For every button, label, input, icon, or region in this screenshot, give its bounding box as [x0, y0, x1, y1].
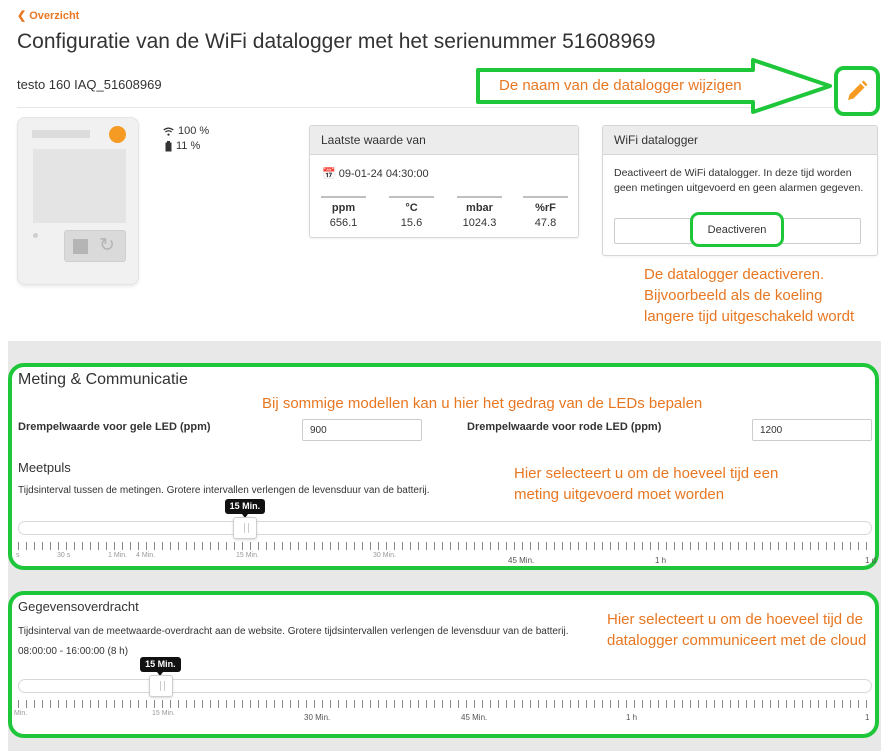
device-dot	[33, 233, 38, 238]
tick-label: 30 Min.	[373, 552, 396, 559]
wifi-strength: 100 %	[178, 125, 210, 137]
meetpuls-tooltip: 15 Min.	[224, 499, 266, 518]
tick-label: 45 Min.	[508, 556, 535, 565]
calendar-icon: 📅	[322, 168, 336, 180]
wifi-icon	[163, 127, 174, 136]
tick-label: 1	[865, 713, 870, 722]
device-illustration: ↻	[17, 117, 139, 285]
reading-value: 1024.3	[462, 217, 497, 229]
annotation-meetpuls: Hier selecteert u om de hoeveel tijd een…	[514, 465, 779, 503]
reading-celsius: °C 15.6	[389, 196, 434, 229]
device-button: ↻	[64, 230, 126, 262]
transfer-title: Gegevensoverdracht	[18, 599, 139, 614]
tick-label: s	[16, 552, 20, 559]
wifi-status: 100 %	[163, 125, 209, 137]
transfer-slider[interactable]	[18, 679, 872, 693]
battery-icon	[165, 140, 172, 151]
transfer-tooltip: 15 Min.	[140, 657, 181, 676]
tick-label: Min.	[14, 710, 28, 717]
annotation-deactivate: De datalogger deactiveren. Bijvoorbeeld …	[644, 266, 855, 325]
annotation-transfer: Hier selecteert u om de hoeveel tijd de …	[607, 611, 867, 649]
tick-label: 1 d	[865, 556, 877, 565]
device-display	[33, 149, 126, 223]
transfer-window: 08:00:00 - 16:00:00 (8 h)	[18, 646, 129, 657]
last-value-header: Laatste waarde van	[310, 126, 578, 155]
yellow-led-label: Drempelwaarde voor gele LED (ppm)	[18, 421, 211, 433]
stop-icon	[73, 239, 88, 254]
reading-value: 47.8	[534, 217, 557, 229]
reading-unit: mbar	[466, 202, 493, 214]
wifi-panel-header: WiFi datalogger	[603, 126, 877, 155]
edit-name-button[interactable]	[834, 66, 880, 116]
meetpuls-title: Meetpuls	[18, 460, 71, 475]
annotation-leds: Bij sommige modellen kan u hier het gedr…	[262, 395, 703, 412]
meetpuls-slider[interactable]	[18, 521, 872, 535]
pencil-icon	[848, 80, 868, 100]
tick-label: 30 s	[57, 552, 71, 559]
page-title: Configuratie van de WiFi datalogger met …	[17, 30, 656, 53]
device-slot	[32, 130, 90, 138]
reading-value: 15.6	[400, 217, 423, 229]
refresh-icon: ↻	[99, 235, 115, 256]
annotation-rename: De naam van de datalogger wijzigen	[499, 77, 742, 94]
back-link[interactable]: ❮ Overzicht	[17, 9, 79, 22]
tick-label: 15 Min.	[152, 710, 175, 717]
tick-label: 4 Min.	[136, 552, 156, 559]
transfer-section: Gegevensoverdracht Tijdsinterval van de …	[8, 591, 879, 738]
wifi-panel-text: Deactiveert de WiFi datalogger. In deze …	[614, 167, 864, 194]
device-led	[109, 126, 126, 143]
transfer-slider-handle[interactable]	[148, 675, 173, 697]
tick-label: 45 Min.	[461, 713, 488, 722]
battery-status: 11 %	[165, 140, 200, 152]
red-led-input[interactable]: 1200	[752, 419, 872, 441]
yellow-led-input[interactable]: 900	[302, 419, 422, 441]
tick-label: 1 h	[626, 713, 638, 722]
red-led-label: Drempelwaarde voor rode LED (ppm)	[467, 421, 662, 433]
device-name: testo 160 IAQ_51608969	[17, 77, 162, 92]
measurement-title: Meting & Communicatie	[18, 371, 188, 388]
measurement-section: Meting & Communicatie Bij sommige modell…	[8, 363, 879, 570]
last-value-timestamp: 📅 09-01-24 04:30:00	[322, 167, 429, 180]
reading-value: 656.1	[329, 217, 358, 229]
transfer-description: Tijdsinterval van de meetwaarde-overdrac…	[18, 626, 569, 637]
reading-unit: °C	[405, 202, 418, 214]
tick-label: 15 Min.	[236, 552, 259, 559]
reading-ppm: ppm 656.1	[321, 196, 366, 229]
deactivate-button[interactable]: Deactiveren	[690, 212, 784, 247]
battery-level: 11 %	[176, 140, 201, 152]
meetpuls-ticks	[18, 542, 872, 550]
tick-label: 1 h	[655, 556, 667, 565]
reading-unit: ppm	[331, 202, 356, 214]
transfer-ticks	[18, 700, 872, 708]
chevron-left-icon: ❮	[17, 10, 27, 22]
tick-label: 30 Min.	[304, 713, 331, 722]
last-value-panel: Laatste waarde van 📅 09-01-24 04:30:00 p…	[309, 125, 579, 238]
back-link-label: Overzicht	[29, 10, 80, 22]
reading-unit: %rF	[535, 202, 556, 214]
reading-mbar: mbar 1024.3	[457, 196, 502, 229]
reading-humidity: %rF 47.8	[523, 196, 568, 229]
meetpuls-slider-handle[interactable]	[233, 517, 258, 539]
tick-label: 1 Min.	[108, 552, 128, 559]
timestamp-text: 09-01-24 04:30:00	[338, 168, 429, 180]
meetpuls-description: Tijdsinterval tussen de metingen. Groter…	[18, 485, 430, 496]
